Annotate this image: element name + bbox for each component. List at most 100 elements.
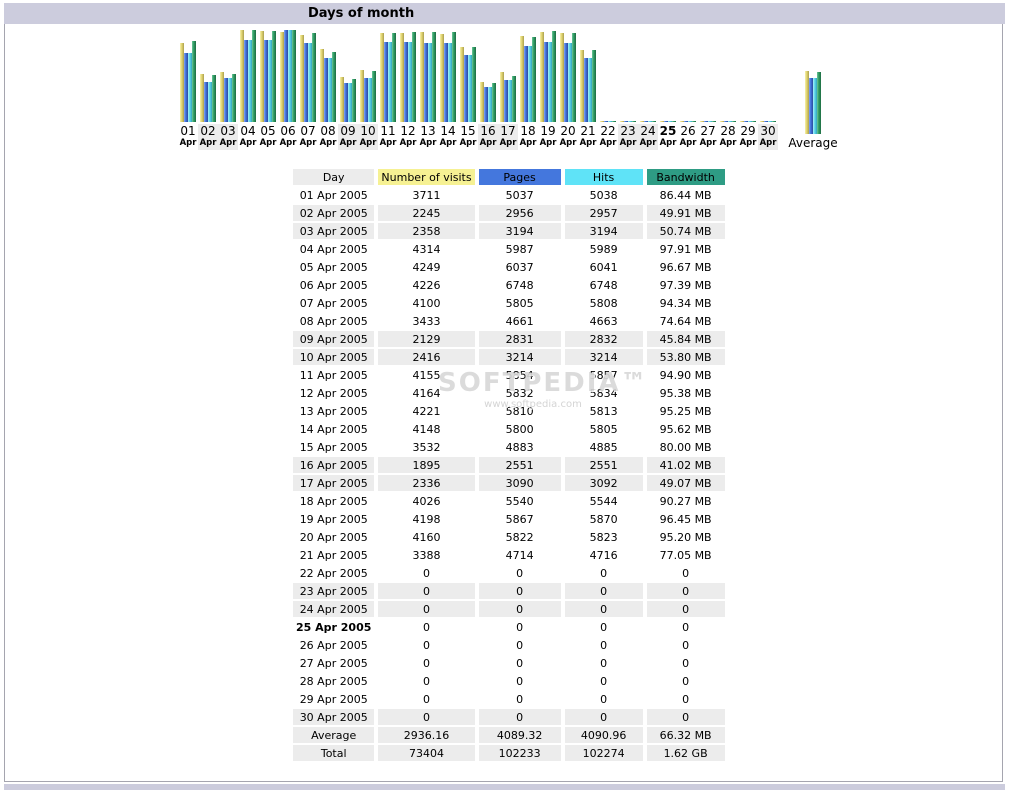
cell-pages: 4883 (479, 439, 561, 455)
month-label: Apr (358, 138, 378, 148)
cell-visits: 2358 (378, 223, 474, 239)
cell-pages: 4089.32 (479, 727, 561, 743)
bar-group-27 (698, 30, 718, 122)
cell-day: 06 Apr 2005 (293, 277, 374, 293)
day-number: 05 (258, 125, 278, 138)
month-label: Apr (758, 138, 778, 148)
bar-group-23 (618, 30, 638, 122)
cell-bandwidth: 80.00 MB (647, 439, 725, 455)
bar-group-average (786, 42, 840, 134)
table-body: 01 Apr 200537115037503886.44 MB 02 Apr 20… (293, 187, 725, 761)
table-row-08-apr-2005: 08 Apr 200534334661466374.64 MB (293, 313, 725, 329)
day-label-01: 01Apr (178, 124, 198, 150)
chart-day-slot-10: 10Apr (358, 30, 378, 150)
table-row-28-apr-2005: 28 Apr 20050000 (293, 673, 725, 689)
cell-bandwidth: 50.74 MB (647, 223, 725, 239)
month-label: Apr (198, 138, 218, 148)
col-header-number-of-visits: Number of visits (378, 169, 474, 185)
day-number: 27 (698, 125, 718, 138)
bar-bandwidth-27 (712, 121, 716, 122)
cell-visits: 2416 (378, 349, 474, 365)
table-row-25-apr-2005: 25 Apr 20050000 (293, 619, 725, 635)
cell-day: 25 Apr 2005 (293, 619, 374, 635)
bar-group-01 (178, 30, 198, 122)
cell-hits: 5857 (565, 367, 643, 383)
day-label-07: 07Apr (298, 124, 318, 150)
day-label-14: 14Apr (438, 124, 458, 150)
cell-hits: 2957 (565, 205, 643, 221)
cell-day: 27 Apr 2005 (293, 655, 374, 671)
cell-bandwidth: 66.32 MB (647, 727, 725, 743)
bar-bandwidth-29 (752, 121, 756, 122)
cell-pages: 0 (479, 583, 561, 599)
chart-day-slot-14: 14Apr (438, 30, 458, 150)
day-label-29: 29Apr (738, 124, 758, 150)
month-label: Apr (618, 138, 638, 148)
bar-group-26 (678, 30, 698, 122)
col-header-day: Day (293, 169, 374, 185)
bar-bandwidth-05 (272, 31, 276, 122)
day-number: 04 (238, 125, 258, 138)
cell-pages: 2551 (479, 457, 561, 473)
cell-hits: 0 (565, 583, 643, 599)
table-row-10-apr-2005: 10 Apr 200524163214321453.80 MB (293, 349, 725, 365)
day-number: 12 (398, 125, 418, 138)
cell-day: 15 Apr 2005 (293, 439, 374, 455)
cell-visits: 4249 (378, 259, 474, 275)
cell-hits: 4716 (565, 547, 643, 563)
page-title: Days of month (308, 6, 414, 21)
table-row-03-apr-2005: 03 Apr 200523583194319450.74 MB (293, 223, 725, 239)
day-number: 16 (478, 125, 498, 138)
chart-day-slot-16: 16Apr (478, 30, 498, 150)
bar-group-07 (298, 30, 318, 122)
bar-bandwidth-16 (492, 83, 496, 122)
day-number: 02 (198, 125, 218, 138)
chart-day-slot-28: 28Apr (718, 30, 738, 150)
cell-bandwidth: 41.02 MB (647, 457, 725, 473)
month-label: Apr (218, 138, 238, 148)
cell-day: 18 Apr 2005 (293, 493, 374, 509)
cell-hits: 0 (565, 637, 643, 653)
table-row-04-apr-2005: 04 Apr 200543145987598997.91 MB (293, 241, 725, 257)
cell-visits: 0 (378, 673, 474, 689)
day-number: 08 (318, 125, 338, 138)
cell-pages: 5805 (479, 295, 561, 311)
cell-pages: 0 (479, 601, 561, 617)
day-label-03: 03Apr (218, 124, 238, 150)
cell-day: 30 Apr 2005 (293, 709, 374, 725)
month-label: Apr (438, 138, 458, 148)
cell-bandwidth: 90.27 MB (647, 493, 725, 509)
chart-day-slot-21: 21Apr (578, 30, 598, 150)
bar-bandwidth-average (817, 72, 821, 134)
cell-day: Total (293, 745, 374, 761)
cell-day: 02 Apr 2005 (293, 205, 374, 221)
bar-bandwidth-26 (692, 121, 696, 122)
bar-group-24 (638, 30, 658, 122)
month-label: Apr (458, 138, 478, 148)
cell-visits: 0 (378, 691, 474, 707)
cell-day: 26 Apr 2005 (293, 637, 374, 653)
cell-pages: 3090 (479, 475, 561, 491)
cell-pages: 6748 (479, 277, 561, 293)
bar-group-11 (378, 30, 398, 122)
bar-bandwidth-10 (372, 71, 376, 122)
bar-group-14 (438, 30, 458, 122)
cell-pages: 5987 (479, 241, 561, 257)
cell-pages: 4661 (479, 313, 561, 329)
chart-day-slot-12: 12Apr (398, 30, 418, 150)
month-label: Apr (338, 138, 358, 148)
cell-pages: 4714 (479, 547, 561, 563)
cell-pages: 5800 (479, 421, 561, 437)
cell-bandwidth: 49.91 MB (647, 205, 725, 221)
table-row-01-apr-2005: 01 Apr 200537115037503886.44 MB (293, 187, 725, 203)
table-row-29-apr-2005: 29 Apr 20050000 (293, 691, 725, 707)
chart-day-slot-08: 08Apr (318, 30, 338, 150)
month-label: Apr (378, 138, 398, 148)
day-number: 25 (658, 125, 678, 138)
month-label: Apr (638, 138, 658, 148)
bar-group-10 (358, 30, 378, 122)
cell-bandwidth: 94.90 MB (647, 367, 725, 383)
bar-group-21 (578, 30, 598, 122)
cell-visits: 2245 (378, 205, 474, 221)
bar-bandwidth-22 (612, 121, 616, 122)
